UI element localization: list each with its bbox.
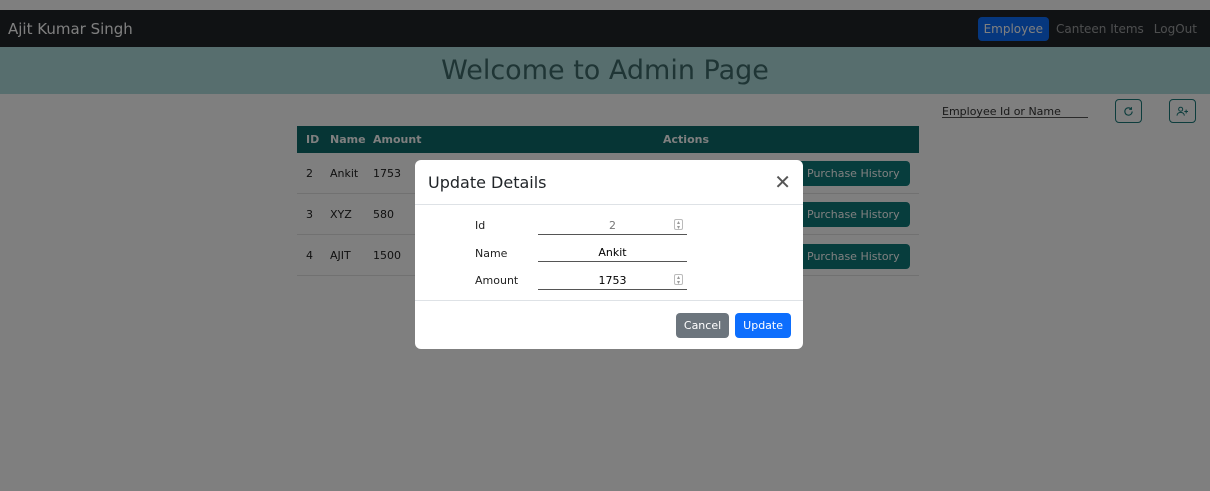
name-value: Ankit	[598, 246, 627, 259]
amount-label: Amount	[475, 274, 519, 287]
update-details-modal: Update Details ✕ Id 2 ▴ ▾ Name Ankit Amou…	[415, 160, 803, 349]
modal-header: Update Details ✕	[415, 160, 803, 205]
amount-value: 1753	[598, 274, 627, 287]
update-button[interactable]: Update	[735, 312, 791, 338]
name-field[interactable]: Ankit	[538, 244, 687, 262]
cancel-button[interactable]: Cancel	[675, 312, 730, 338]
close-icon[interactable]: ✕	[774, 172, 791, 192]
modal-title: Update Details	[428, 172, 547, 192]
modal-footer: Cancel Update	[415, 301, 803, 349]
spinner-icon[interactable]: ▴ ▾	[674, 219, 683, 230]
modal-body: Id 2 ▴ ▾ Name Ankit Amount 1753 ▴ ▾	[415, 205, 803, 301]
spinner-icon[interactable]: ▴ ▾	[674, 274, 683, 285]
name-label: Name	[475, 247, 508, 260]
id-value: 2	[609, 219, 616, 232]
id-field[interactable]: 2 ▴ ▾	[538, 217, 687, 235]
amount-field[interactable]: 1753 ▴ ▾	[538, 272, 687, 290]
id-label: Id	[475, 219, 486, 232]
